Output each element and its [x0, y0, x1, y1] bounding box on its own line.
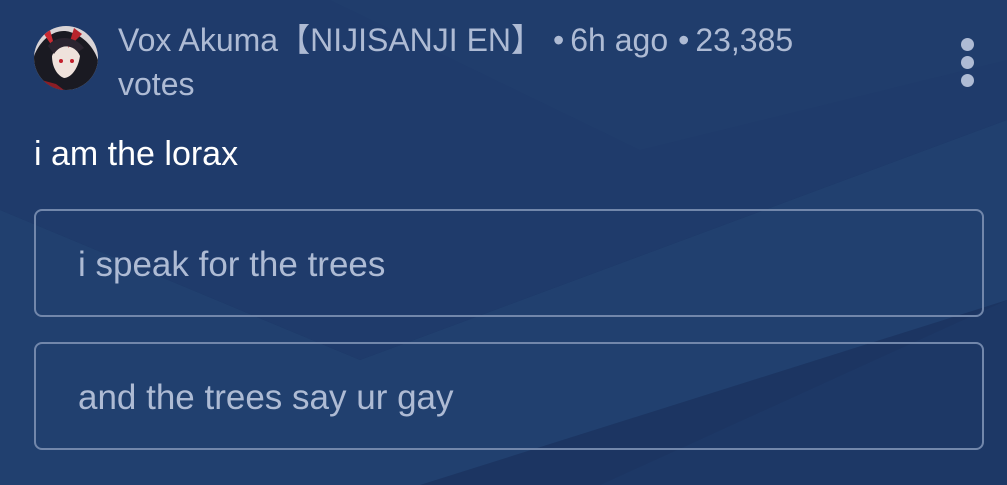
channel-avatar[interactable]: [34, 26, 98, 90]
menu-dot: [961, 74, 974, 87]
poll-option-label: and the trees say ur gay: [78, 378, 454, 417]
menu-dot: [961, 38, 974, 51]
poll-post: Vox Akuma【NIJISANJI EN】 • 6h ago • 23,385 vo…: [0, 0, 1007, 485]
poll-option-label: i speak for the trees: [78, 245, 386, 284]
post-time: 6h ago: [570, 22, 669, 58]
avatar-image: [34, 26, 98, 90]
more-vertical-icon[interactable]: [955, 36, 981, 90]
author-name[interactable]: Vox Akuma【NIJISANJI EN】: [118, 22, 543, 58]
post-meta: Vox Akuma【NIJISANJI EN】 • 6h ago • 23,385 vo…: [118, 18, 878, 106]
menu-dot: [961, 56, 974, 69]
meta-separator: •: [553, 22, 565, 58]
poll-option[interactable]: i speak for the trees: [34, 209, 984, 317]
meta-separator: •: [678, 22, 690, 58]
poll-option[interactable]: and the trees say ur gay: [34, 342, 984, 450]
poll-question: i am the lorax: [34, 135, 239, 173]
